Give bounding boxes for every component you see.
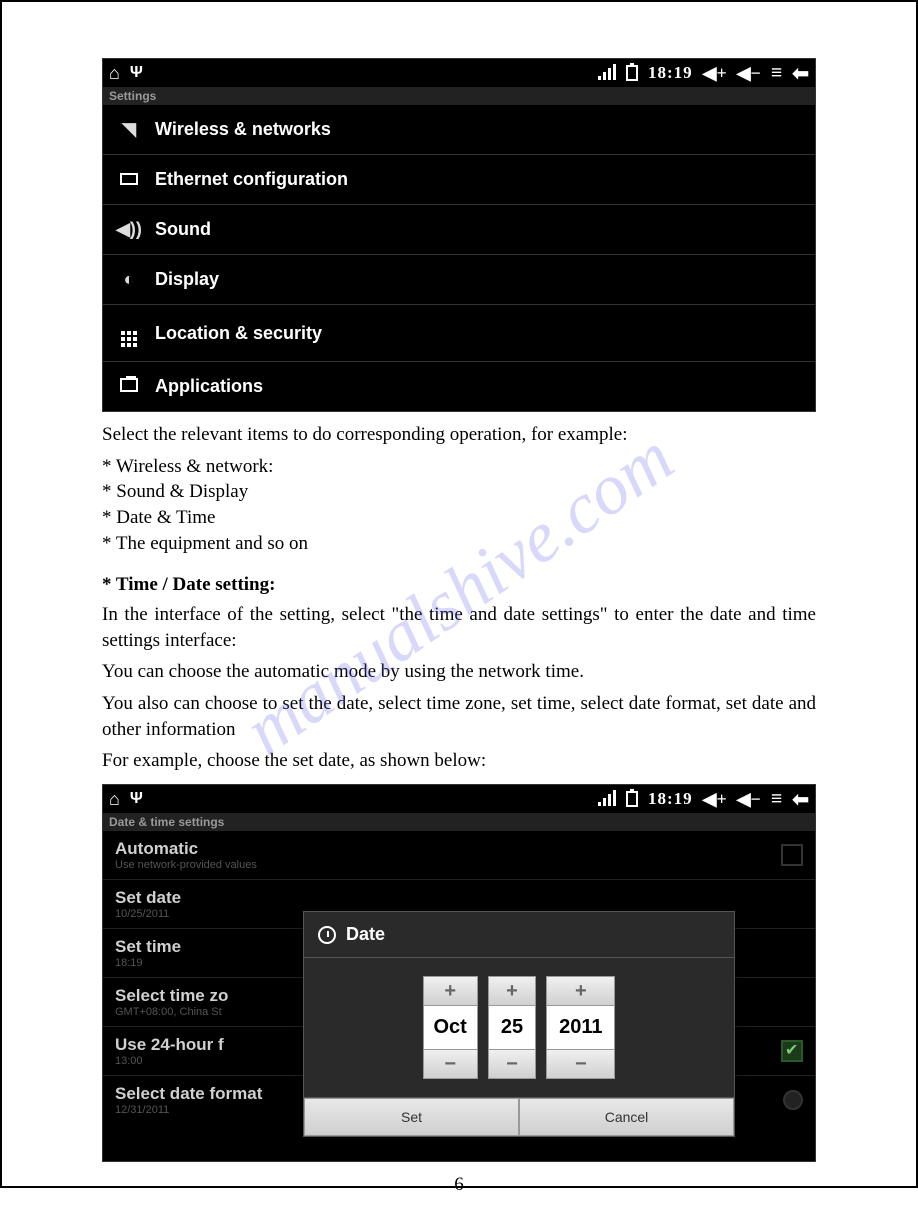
settings-header: Settings [103,87,815,105]
volume-down-icon: ◀− [737,63,761,84]
usb-icon: Ψ [130,790,143,808]
settings-label: Sound [155,219,211,240]
grid-icon [115,319,143,347]
page-number: 6 [57,1174,861,1196]
month-plus-button[interactable]: + [423,976,478,1006]
year-spinner: + 2011 − [546,976,615,1079]
day-spinner: + 25 − [488,976,536,1079]
datetime-header: Date & time settings [103,813,815,831]
battery-icon [626,65,638,81]
status-time: 18:19 [648,63,693,83]
volume-down-icon: ◀− [737,789,761,810]
back-icon: ⬅ [792,787,809,812]
settings-row-sound[interactable]: ◀)) Sound [103,205,815,255]
dialog-title: Date [346,924,385,945]
bullet: * Wireless & network: [102,454,816,480]
month-value[interactable]: Oct [423,1006,478,1049]
back-icon: ⬅ [792,61,809,86]
section-heading: * Time / Date setting: [102,574,816,596]
status-bar: ⌂ Ψ 18:19 ◀+ ◀− ≡ ⬅ [103,785,815,813]
applications-icon [115,376,143,397]
home-icon: ⌂ [109,63,120,84]
menu-icon: ≡ [771,792,782,806]
bullet: * Sound & Display [102,479,816,505]
date-settings-screenshot: ⌂ Ψ 18:19 ◀+ ◀− ≡ ⬅ Date & time settings… [102,784,816,1162]
year-value[interactable]: 2011 [546,1006,615,1049]
settings-label: Location & security [155,323,322,344]
checkbox-icon[interactable] [781,844,803,866]
settings-row-applications[interactable]: Applications [103,362,815,411]
settings-row-display[interactable]: ◐ Display [103,255,815,305]
paragraph: In the interface of the setting, select … [102,602,816,653]
settings-label: Ethernet configuration [155,169,348,190]
volume-up-icon: ◀+ [703,63,727,84]
wifi-icon: ◥ [115,119,143,140]
settings-label: Applications [155,376,263,397]
settings-screenshot-1: ⌂ Ψ 18:19 ◀+ ◀− ≡ ⬅ Settings ◥ Wireless … [102,58,816,412]
status-time: 18:19 [648,789,693,809]
battery-icon [626,791,638,807]
paragraph: For example, choose the set date, as sho… [102,748,816,774]
row-automatic[interactable]: Automatic Use network-provided values [103,831,815,880]
month-spinner: + Oct − [423,976,478,1079]
day-value[interactable]: 25 [488,1006,536,1049]
month-minus-button[interactable]: − [423,1049,478,1079]
cancel-button[interactable]: Cancel [519,1098,734,1136]
settings-row-wireless[interactable]: ◥ Wireless & networks [103,105,815,155]
signal-icon [598,792,616,806]
ethernet-icon [115,169,143,190]
usb-icon: Ψ [130,64,143,82]
bullet: * Date & Time [102,505,816,531]
day-minus-button[interactable]: − [488,1049,536,1079]
radio-icon[interactable] [783,1090,803,1110]
menu-icon: ≡ [771,66,782,80]
display-icon: ◐ [115,269,143,290]
checkbox-icon[interactable] [781,1040,803,1062]
set-button[interactable]: Set [304,1098,519,1136]
home-icon: ⌂ [109,789,120,810]
volume-up-icon: ◀+ [703,789,727,810]
day-plus-button[interactable]: + [488,976,536,1006]
sound-icon: ◀)) [115,219,143,240]
settings-label: Display [155,269,219,290]
year-plus-button[interactable]: + [546,976,615,1006]
signal-icon [598,66,616,80]
dialog-title-bar: Date [304,912,734,958]
intro-text: Select the relevant items to do correspo… [102,422,816,448]
status-bar: ⌂ Ψ 18:19 ◀+ ◀− ≡ ⬅ [103,59,815,87]
bullet: * The equipment and so on [102,531,816,557]
paragraph: You also can choose to set the date, sel… [102,691,816,742]
clock-icon [318,926,336,944]
settings-row-location[interactable]: Location & security [103,305,815,362]
date-dialog: Date + Oct − + 25 − + 2011 [303,911,735,1137]
year-minus-button[interactable]: − [546,1049,615,1079]
settings-row-ethernet[interactable]: Ethernet configuration [103,155,815,205]
paragraph: You can choose the automatic mode by usi… [102,659,816,685]
settings-label: Wireless & networks [155,119,331,140]
